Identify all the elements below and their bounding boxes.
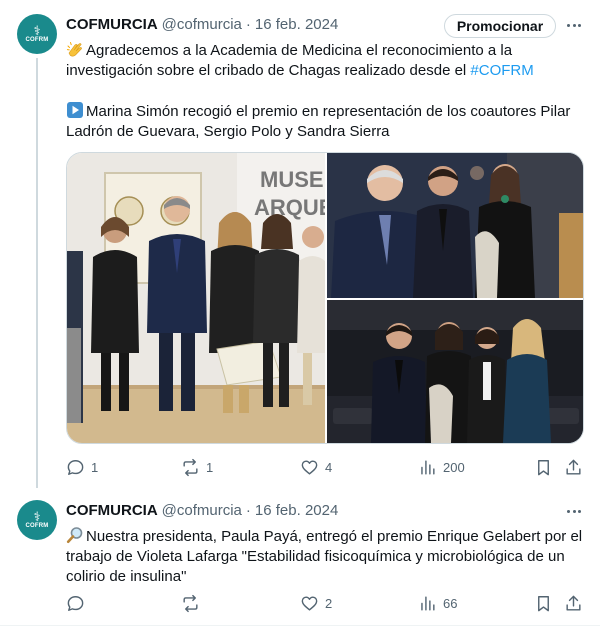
like-count: 4 — [325, 459, 333, 475]
tweet-header: COFMURCIA @cofmurcia · 16 feb. 2024 — [66, 500, 338, 520]
tweet-text-body: Nuestra presidenta, Paula Payá, entregó … — [66, 528, 583, 585]
avatar-label: COFRM — [25, 37, 49, 43]
thread-line — [36, 58, 38, 488]
photo-auditorium-group-image — [327, 300, 583, 443]
tweet-text-part-1: Agradecemos a la Academia de Medicina el… — [66, 42, 513, 79]
like-button[interactable]: 2 — [300, 592, 332, 614]
avatar[interactable]: ⚕ COFRM — [17, 500, 57, 540]
play-button-icon — [67, 102, 83, 118]
tweet[interactable]: ⚕ COFRM COFMURCIA @cofmurcia · 16 feb. 2… — [0, 0, 600, 488]
tweet-date[interactable]: 16 feb. 2024 — [255, 16, 338, 33]
clapping-hands-icon — [66, 42, 82, 57]
bookmark-icon — [538, 595, 549, 611]
like-count: 2 — [325, 595, 333, 611]
repost-icon — [183, 458, 198, 476]
bookmark-button[interactable] — [534, 456, 553, 478]
reply-button[interactable] — [66, 592, 91, 614]
views-count: 66 — [443, 595, 458, 611]
pharmacy-logo-icon: ⚕ — [33, 509, 41, 524]
bookmark-button[interactable] — [534, 592, 553, 614]
photo-three-people-image — [327, 153, 583, 298]
more-icon[interactable] — [563, 16, 585, 34]
repost-button[interactable]: 1 — [181, 456, 213, 478]
reply-button[interactable]: 1 — [66, 456, 98, 478]
photo-group-award[interactable]: MUSE ARQUE — [67, 153, 325, 443]
share-button[interactable] — [564, 592, 583, 614]
pharmacy-logo-icon: ⚕ — [33, 23, 41, 38]
separator: · — [245, 501, 251, 519]
like-icon — [301, 595, 318, 611]
media-grid[interactable]: MUSE ARQUE — [66, 152, 584, 444]
author-handle[interactable]: @cofmurcia — [162, 16, 242, 33]
repost-icon — [183, 594, 198, 612]
photo-sign-text-1: MUSE — [260, 167, 324, 192]
tweet-text-part-2: Marina Simón recogió el premio en repres… — [66, 103, 571, 140]
views-button[interactable]: 66 — [418, 592, 457, 614]
views-count: 200 — [443, 459, 465, 475]
reply-icon — [67, 595, 84, 611]
tweet-text: Nuestra presidenta, Paula Payá, entregó … — [66, 526, 591, 587]
views-button[interactable]: 200 — [418, 456, 465, 478]
avatar[interactable]: ⚕ COFRM — [17, 14, 57, 54]
magnifying-glass-icon — [66, 527, 83, 544]
tweet-header: COFMURCIA @cofmurcia · 16 feb. 2024 — [66, 14, 338, 34]
photo-three-people[interactable] — [327, 153, 583, 298]
tweet-text: Agradecemos a la Academia de Medicina el… — [66, 40, 591, 142]
views-icon — [421, 595, 435, 611]
bookmark-icon — [538, 459, 549, 475]
photo-sign-text-2: ARQUE — [254, 195, 325, 220]
like-icon — [301, 459, 318, 475]
tweet-date[interactable]: 16 feb. 2024 — [255, 502, 338, 519]
hashtag-link[interactable]: #COFRM — [470, 62, 533, 79]
reply-count: 1 — [91, 459, 99, 475]
actions-bar: 2 66 — [66, 592, 586, 614]
share-button[interactable] — [564, 456, 583, 478]
more-icon[interactable] — [563, 502, 585, 520]
promote-button[interactable]: Promocionar — [444, 14, 556, 38]
repost-count: 1 — [206, 459, 214, 475]
separator: · — [245, 15, 251, 33]
photo-auditorium-group[interactable] — [327, 300, 583, 443]
divider — [0, 625, 600, 626]
share-icon — [566, 595, 581, 611]
share-icon — [566, 459, 581, 475]
repost-button[interactable] — [181, 592, 206, 614]
reply-icon — [67, 459, 84, 475]
author-name[interactable]: COFMURCIA — [66, 16, 158, 33]
actions-bar: 1 1 4 200 — [66, 456, 586, 478]
views-icon — [421, 459, 435, 475]
photo-group-award-image: MUSE ARQUE — [67, 153, 325, 443]
avatar-label: COFRM — [25, 523, 49, 529]
like-button[interactable]: 4 — [300, 456, 332, 478]
author-name[interactable]: COFMURCIA — [66, 502, 158, 519]
author-handle[interactable]: @cofmurcia — [162, 502, 242, 519]
tweet[interactable]: ⚕ COFRM COFMURCIA @cofmurcia · 16 feb. 2… — [0, 486, 600, 626]
